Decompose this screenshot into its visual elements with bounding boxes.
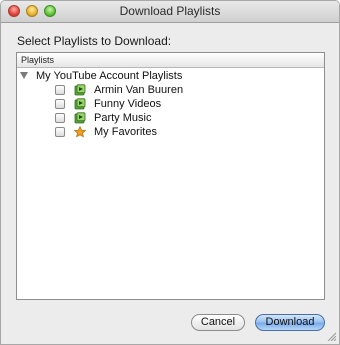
playlist-checkbox[interactable] — [55, 127, 65, 137]
tree-item-row[interactable]: My Favorites — [17, 125, 324, 139]
tree-root-label: My YouTube Account Playlists — [36, 70, 183, 82]
playlist-label: Armin Van Buuren — [94, 84, 184, 96]
window-title: Download Playlists — [119, 4, 221, 18]
download-button[interactable]: Download — [255, 314, 325, 331]
select-playlists-prompt: Select Playlists to Download: — [17, 34, 172, 48]
tree-item-row[interactable]: Armin Van Buuren — [17, 83, 324, 97]
resize-grip-icon[interactable] — [326, 331, 336, 341]
playlist-icon — [74, 112, 86, 124]
playlist-icon — [74, 98, 86, 110]
playlists-tree[interactable]: Playlists My YouTube Account Playlists A… — [16, 52, 325, 300]
cancel-button[interactable]: Cancel — [191, 314, 245, 331]
playlist-checkbox[interactable] — [55, 113, 65, 123]
tree-root-row[interactable]: My YouTube Account Playlists — [17, 69, 324, 83]
playlist-icon — [74, 84, 86, 96]
star-icon — [74, 126, 86, 138]
title-bar[interactable]: Download Playlists — [1, 1, 339, 23]
playlist-label: Funny Videos — [94, 98, 162, 110]
tree-item-row[interactable]: Funny Videos — [17, 97, 324, 111]
playlist-checkbox[interactable] — [55, 99, 65, 109]
playlist-checkbox[interactable] — [55, 85, 65, 95]
tree-item-row[interactable]: Party Music — [17, 111, 324, 125]
disclosure-triangle-icon[interactable] — [20, 72, 28, 79]
download-playlists-dialog: Download Playlists Select Playlists to D… — [0, 0, 340, 345]
playlist-label: Party Music — [94, 112, 152, 124]
tree-column-header[interactable]: Playlists — [17, 53, 324, 68]
playlist-label: My Favorites — [94, 126, 157, 138]
